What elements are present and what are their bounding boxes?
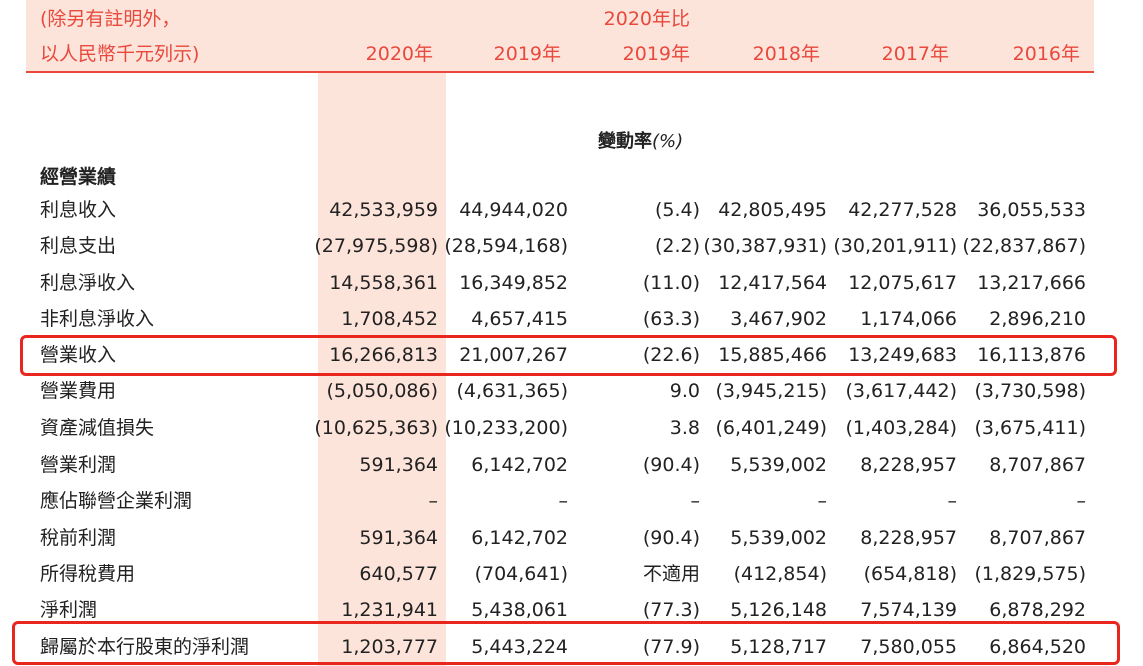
value-2016-cell: 2,896,210 (989, 308, 1086, 330)
table-row: 利息淨收入 14,558,361 16,349,852 (11.0) 12,417,56… (0, 268, 1143, 298)
value-2020-cell: (27,975,598) (314, 235, 438, 257)
value-2019-cell: – (558, 490, 569, 512)
unit-note-line1: (除另有註明外， (40, 8, 181, 30)
value-2019-cell: 6,142,702 (471, 454, 568, 476)
value-2017-cell: 42,277,528 (848, 199, 957, 221)
change-rate-cell: (5.4) (654, 199, 700, 221)
value-2017-cell: – (947, 490, 958, 512)
row-label: 非利息淨收入 (40, 308, 155, 330)
column-header-2020: 2020年 (365, 43, 433, 65)
value-2020-cell: – (428, 490, 439, 512)
value-2018-cell: (412,854) (733, 563, 827, 585)
value-2017-cell: 12,075,617 (848, 272, 957, 294)
table-row: 利息支出 (27,975,598) (28,594,168) (2.2) (30,387… (0, 231, 1143, 261)
unit-note-line2: 以人民幣千元列示) (40, 43, 200, 65)
column-header-2017: 2017年 (881, 43, 949, 65)
table-row: 營業利潤 591,364 6,142,702 (90.4) 5,539,002 8,228… (0, 450, 1143, 480)
value-2017-cell: (30,201,911) (833, 235, 957, 257)
row-label: 稅前利潤 (40, 527, 117, 549)
change-rate-cell: 9.0 (669, 380, 700, 402)
value-2017-cell: (3,617,442) (845, 380, 957, 402)
table-row: 非利息淨收入 1,708,452 4,657,415 (63.3) 3,467,902 1… (0, 304, 1143, 334)
highlight-box-operating-revenue (20, 335, 1117, 376)
column-header-2019: 2019年 (493, 43, 561, 65)
value-2019-cell: 44,944,020 (459, 199, 568, 221)
value-2020-cell: 1,708,452 (341, 308, 438, 330)
value-2020-cell: 591,364 (359, 454, 438, 476)
row-label: 應佔聯營企業利潤 (40, 490, 193, 512)
change-rate-cell: 3.8 (669, 417, 700, 439)
value-2016-cell: 8,707,867 (989, 454, 1086, 476)
value-2016-cell: (1,829,575) (974, 563, 1086, 585)
table-row: 稅前利潤 591,364 6,142,702 (90.4) 5,539,002 8,228… (0, 523, 1143, 553)
column-header-change-line1: 2020年比 (603, 8, 690, 30)
value-2018-cell: 12,417,564 (718, 272, 827, 294)
row-label: 營業費用 (40, 380, 117, 402)
row-label: 所得稅費用 (40, 563, 136, 585)
row-label: 利息淨收入 (40, 272, 136, 294)
value-2019-cell: 4,657,415 (471, 308, 568, 330)
section-title: 經營業績 (40, 166, 117, 188)
value-2017-cell: (1,403,284) (845, 417, 957, 439)
value-2018-cell: 5,539,002 (730, 527, 827, 549)
value-2017-cell: 8,228,957 (860, 454, 957, 476)
table-row: 利息收入 42,533,959 44,944,020 (5.4) 42,805,495 4… (0, 195, 1143, 225)
change-rate-text: 變動率 (598, 131, 652, 152)
value-2020-cell: (10,625,363) (314, 417, 438, 439)
table-row: 應佔聯營企業利潤 – – – – – – (0, 486, 1143, 516)
change-rate-cell: – (690, 490, 701, 512)
table-row: 營業費用 (5,050,086) (4,631,365) 9.0 (3,945,215)… (0, 376, 1143, 406)
value-2018-cell: (3,945,215) (715, 380, 827, 402)
value-2018-cell: (6,401,249) (715, 417, 827, 439)
value-2019-cell: (704,641) (474, 563, 568, 585)
value-2016-cell: (22,837,867) (962, 235, 1086, 257)
table-row: 所得稅費用 640,577 (704,641) 不適用 (412,854) (654,81… (0, 559, 1143, 589)
change-rate-cell: (11.0) (642, 272, 700, 294)
change-rate-cell: (90.4) (642, 454, 700, 476)
column-header-2016: 2016年 (1012, 43, 1080, 65)
column-header-2018: 2018年 (752, 43, 820, 65)
value-2016-cell: 36,055,533 (977, 199, 1086, 221)
change-rate-cell: (2.2) (654, 235, 700, 257)
value-2017-cell: (654,818) (863, 563, 957, 585)
header-divider (26, 71, 1094, 73)
value-2020-cell: 591,364 (359, 527, 438, 549)
value-2018-cell: – (817, 490, 828, 512)
value-2020-cell: 640,577 (359, 563, 438, 585)
highlight-box-net-profit-attributable (12, 621, 1120, 665)
row-label: 利息支出 (40, 235, 117, 257)
value-2016-cell: 13,217,666 (977, 272, 1086, 294)
value-2019-cell: (4,631,365) (456, 380, 568, 402)
value-2016-cell: (3,730,598) (974, 380, 1086, 402)
value-2019-cell: (10,233,200) (444, 417, 568, 439)
change-rate-cell: (63.3) (642, 308, 700, 330)
row-label: 利息收入 (40, 199, 117, 221)
value-2016-cell: (3,675,411) (974, 417, 1086, 439)
change-rate-percent: (%) (652, 131, 684, 152)
change-rate-cell: 不適用 (642, 563, 700, 585)
value-2016-cell: 8,707,867 (989, 527, 1086, 549)
value-2020-cell: (5,050,086) (326, 380, 438, 402)
value-2016-cell: – (1076, 490, 1087, 512)
value-2018-cell: 3,467,902 (730, 308, 827, 330)
value-2018-cell: (30,387,931) (703, 235, 827, 257)
value-2020-cell: 14,558,361 (329, 272, 438, 294)
row-label: 營業利潤 (40, 454, 117, 476)
change-rate-cell: (90.4) (642, 527, 700, 549)
value-2017-cell: 8,228,957 (860, 527, 957, 549)
value-2018-cell: 5,539,002 (730, 454, 827, 476)
value-2019-cell: (28,594,168) (444, 235, 568, 257)
change-rate-label: 變動率(%) (598, 127, 683, 153)
column-header-change-line2: 2019年 (622, 43, 690, 65)
table-row: 資產減值損失 (10,625,363) (10,233,200) 3.8 (6,401,… (0, 413, 1143, 443)
value-2019-cell: 16,349,852 (459, 272, 568, 294)
value-2020-cell: 42,533,959 (329, 199, 438, 221)
value-2017-cell: 1,174,066 (860, 308, 957, 330)
row-label: 資產減值損失 (40, 417, 155, 439)
value-2018-cell: 42,805,495 (718, 199, 827, 221)
value-2019-cell: 6,142,702 (471, 527, 568, 549)
